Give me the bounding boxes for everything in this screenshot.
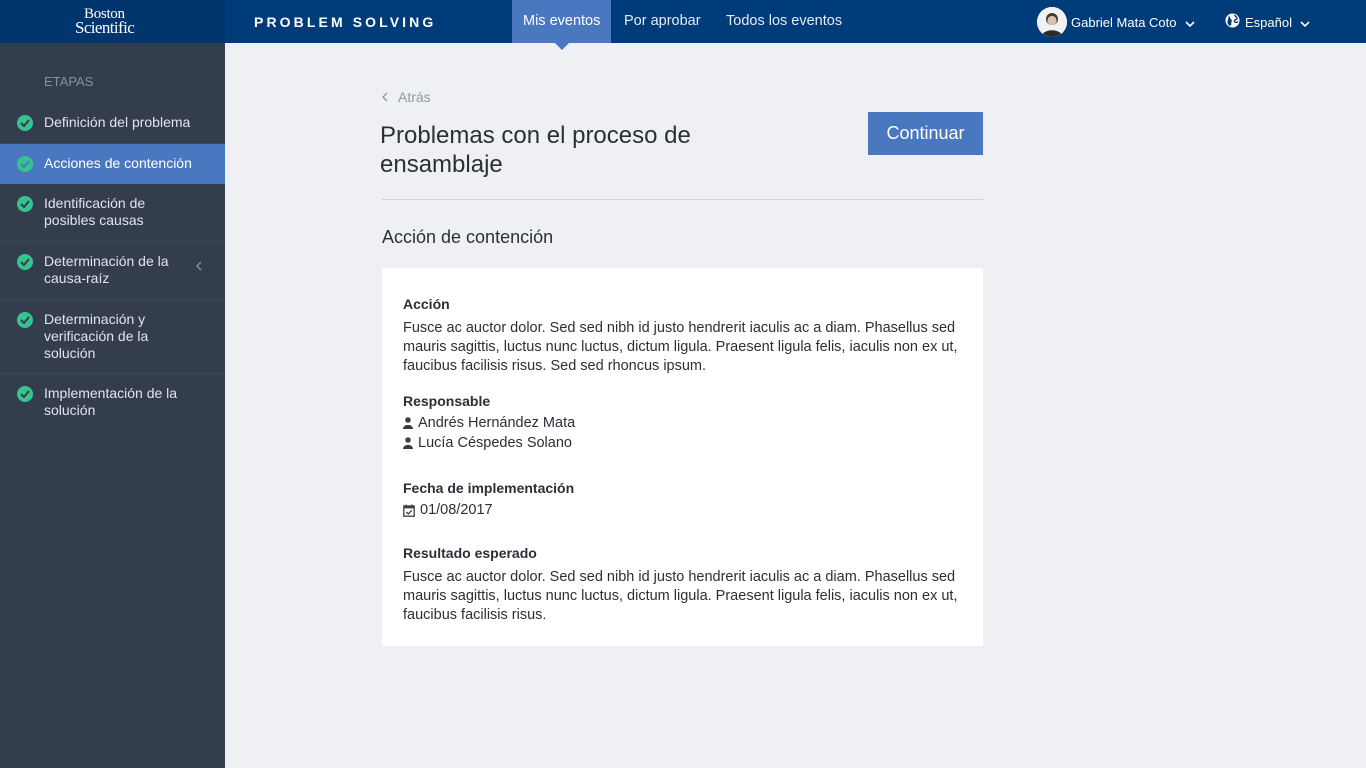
sidebar-item-definicion-problema[interactable]: Definición del problema <box>0 103 225 144</box>
responsible-person: Lucía Céspedes Solano <box>403 435 572 451</box>
sidebar-item-label: Implementación de la solución <box>44 385 178 418</box>
app-title: PROBLEM SOLVING <box>254 14 437 30</box>
action-label: Acción <box>403 296 450 312</box>
sidebar-item-label: Determinación y verificación de la soluc… <box>44 311 149 361</box>
language-selector[interactable]: Español <box>1225 7 1310 37</box>
user-icon <box>403 417 413 429</box>
user-name: Gabriel Mata Coto <box>1071 14 1177 30</box>
back-label: Atrás <box>398 89 431 105</box>
boston-scientific-logo[interactable]: Boston Scientific <box>75 7 135 37</box>
tab-mis-eventos[interactable]: Mis eventos <box>512 0 612 50</box>
containment-action-card: Acción Fusce ac auctor dolor. Sed sed ni… <box>382 268 983 646</box>
sidebar-item-label: Definición del problema <box>44 114 191 130</box>
language-label: Español <box>1245 14 1292 30</box>
check-circle-icon <box>17 156 33 172</box>
tab-todos-los-eventos[interactable]: Todos los eventos <box>726 0 842 43</box>
chevron-down-icon <box>1300 15 1310 30</box>
calendar-check-icon <box>403 504 415 517</box>
continue-button[interactable]: Continuar <box>868 112 983 155</box>
globe-icon <box>1225 13 1240 31</box>
divider <box>382 199 983 200</box>
responsible-label: Responsable <box>403 393 491 409</box>
page-title: Problemas con el proceso de ensamblaje <box>380 122 691 178</box>
check-circle-icon <box>17 115 33 131</box>
check-circle-icon <box>17 312 33 328</box>
brand-area: Boston Scientific <box>0 0 225 43</box>
chevron-left-icon[interactable] <box>196 258 202 275</box>
sidebar-item-identificacion-causas[interactable]: Identificación de posibles causas <box>0 184 225 242</box>
sidebar-item-causa-raiz[interactable]: Determinación de la causa-raíz <box>0 242 225 300</box>
implementation-date: 01/08/2017 <box>403 502 493 518</box>
back-link[interactable]: Atrás <box>382 89 431 105</box>
check-circle-icon <box>17 386 33 402</box>
avatar <box>1037 7 1067 37</box>
section-title: Acción de contención <box>382 227 554 247</box>
top-navigation-bar: Boston Scientific PROBLEM SOLVING Mis ev… <box>0 0 1366 50</box>
user-icon <box>403 437 413 449</box>
chevron-down-icon <box>1184 15 1195 30</box>
sidebar-item-verificacion-solucion[interactable]: Determinación y verificación de la soluc… <box>0 300 225 374</box>
sidebar-heading: ETAPAS <box>44 74 94 89</box>
tab-por-aprobar[interactable]: Por aprobar <box>624 0 701 43</box>
check-circle-icon <box>17 254 33 270</box>
expected-result-text: Fusce ac auctor dolor. Sed sed nibh id j… <box>403 569 958 623</box>
sidebar-item-label: Identificación de posibles causas <box>44 195 146 228</box>
sidebar-item-label: Acciones de contención <box>44 155 192 171</box>
user-menu[interactable]: Gabriel Mata Coto <box>1037 7 1195 37</box>
stages-sidebar: ETAPAS Definición del problema Acciones … <box>0 43 225 768</box>
expected-result-label: Resultado esperado <box>403 545 537 561</box>
check-circle-icon <box>17 196 33 212</box>
chevron-left-icon <box>382 92 388 102</box>
action-text: Fusce ac auctor dolor. Sed sed nibh id j… <box>403 320 958 374</box>
sidebar-item-label: Determinación de la causa-raíz <box>44 253 169 286</box>
responsible-name: Andrés Hernández Mata <box>418 415 576 431</box>
date-value: 01/08/2017 <box>420 502 493 518</box>
responsible-name: Lucía Céspedes Solano <box>418 435 572 451</box>
responsible-person: Andrés Hernández Mata <box>403 415 575 431</box>
sidebar-item-acciones-contencion[interactable]: Acciones de contención <box>0 144 225 184</box>
date-label: Fecha de implementación <box>403 480 575 496</box>
sidebar-item-implementacion-solucion[interactable]: Implementación de la solución <box>0 374 225 432</box>
